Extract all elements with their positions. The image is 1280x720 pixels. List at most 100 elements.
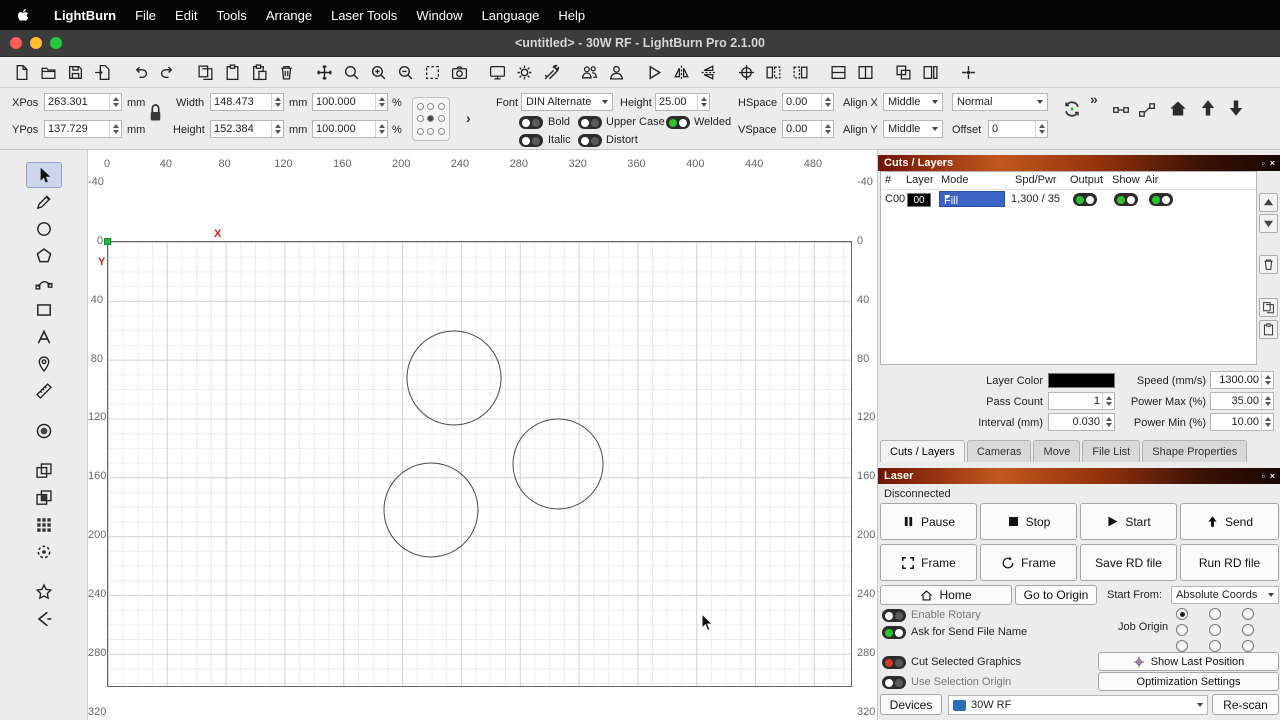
zoom-window-button[interactable] (50, 37, 62, 49)
anchor-dot[interactable] (417, 128, 424, 135)
go-to-origin-button[interactable]: Go to Origin (1015, 585, 1097, 605)
break-nodes-icon[interactable] (1138, 101, 1156, 119)
array-tool[interactable] (26, 512, 62, 538)
polygon-tool[interactable] (26, 243, 62, 269)
xpos-spinner[interactable] (109, 94, 121, 110)
home-button[interactable]: Home (880, 585, 1012, 605)
ellipse-tool[interactable] (26, 216, 62, 242)
font-height-input[interactable]: 25.00 (655, 93, 710, 111)
rectangle-tool[interactable] (26, 297, 62, 323)
menu-arrange[interactable]: Arrange (266, 8, 312, 23)
window-titlebar[interactable]: <untitled> - 30W RF - LightBurn Pro 2.1.… (0, 30, 1280, 57)
ypos-input[interactable]: 137.729 (44, 120, 122, 138)
join-nodes-icon[interactable] (1112, 101, 1130, 119)
anchor-dot[interactable] (427, 128, 434, 135)
zoom-in-icon[interactable] (365, 59, 392, 85)
more-tools-chevron[interactable]: » (1090, 91, 1098, 107)
font-height-spinner[interactable] (697, 94, 709, 110)
frame-rect-button[interactable]: Frame (880, 544, 977, 581)
speed-spinner[interactable] (1261, 372, 1273, 388)
layer-move-up-button[interactable] (1259, 193, 1278, 212)
layer-color-swatch[interactable] (1048, 373, 1115, 388)
close-window-button[interactable] (10, 37, 22, 49)
job-origin-radio-mr[interactable] (1242, 624, 1254, 636)
machine-workspace[interactable] (107, 241, 852, 687)
use-selection-origin-toggle[interactable] (882, 676, 906, 689)
layer-color-badge[interactable]: 00 (907, 193, 931, 207)
focus-laser-icon[interactable] (733, 59, 760, 85)
align-y-dropdown[interactable]: Middle (883, 120, 943, 138)
scale-anchor-selector[interactable] (412, 97, 450, 141)
layer-show-toggle[interactable] (1114, 193, 1138, 206)
undo-icon[interactable] (127, 59, 154, 85)
height-input[interactable]: 152.384 (210, 120, 284, 138)
position-laser-tool[interactable] (26, 351, 62, 377)
anchor-dot[interactable] (438, 103, 445, 110)
close-panel-icon[interactable]: × (1270, 471, 1275, 481)
anchor-dot[interactable] (427, 103, 434, 110)
ypos-spinner[interactable] (109, 121, 121, 137)
anchor-dot-selected[interactable] (427, 115, 434, 122)
camera-capture-icon[interactable] (446, 59, 473, 85)
anchor-dot[interactable] (417, 115, 424, 122)
italic-toggle[interactable] (519, 134, 543, 147)
hspace-spinner[interactable] (821, 94, 833, 110)
tab-file-list[interactable]: File List (1082, 440, 1140, 462)
machine-settings-icon[interactable] (538, 59, 565, 85)
settings-icon[interactable] (511, 59, 538, 85)
sync-fields-icon[interactable] (1062, 99, 1082, 119)
welded-toggle[interactable] (666, 116, 690, 129)
weld-tool[interactable] (26, 458, 62, 484)
tab-move[interactable]: Move (1033, 440, 1080, 462)
job-origin-radio-bl[interactable] (1176, 640, 1188, 652)
job-origin-radio-tc[interactable] (1209, 608, 1221, 620)
dock-right-icon[interactable] (787, 59, 814, 85)
frame-circle-button[interactable]: Frame (980, 544, 1077, 581)
device-select-dropdown[interactable]: 30W RF (948, 695, 1208, 715)
speed-input[interactable]: 1300.00 (1210, 371, 1274, 389)
width-input[interactable]: 148.473 (210, 93, 284, 111)
menu-tools[interactable]: Tools (216, 8, 246, 23)
zoom-icon[interactable] (338, 59, 365, 85)
job-origin-radio-mc[interactable] (1209, 624, 1221, 636)
interval-spinner[interactable] (1102, 414, 1114, 430)
edit-nodes-tool[interactable] (26, 270, 62, 296)
show-last-position-button[interactable]: Show Last Position (1098, 652, 1279, 671)
shape-circle[interactable] (513, 419, 603, 509)
save-rd-file-button[interactable]: Save RD file (1080, 544, 1177, 581)
devices-button[interactable]: Devices (880, 694, 942, 715)
cut-selected-toggle[interactable] (882, 656, 906, 669)
enable-rotary-toggle[interactable] (882, 609, 906, 622)
upper-case-toggle[interactable] (578, 116, 602, 129)
menu-lightburn[interactable]: LightBurn (54, 8, 116, 23)
open-file-icon[interactable] (35, 59, 62, 85)
save-file-icon[interactable] (62, 59, 89, 85)
float-panel-icon[interactable]: ▫ (1262, 471, 1265, 481)
offset-spinner[interactable] (1035, 121, 1047, 137)
layer-air-toggle[interactable] (1149, 193, 1173, 206)
layer-paste-button[interactable] (1259, 320, 1278, 339)
start-preview-icon[interactable] (641, 59, 668, 85)
job-origin-radio-br[interactable] (1242, 640, 1254, 652)
snap-cursor-tool[interactable] (26, 606, 62, 632)
pass-count-input[interactable]: 1 (1048, 392, 1115, 410)
pass-count-spinner[interactable] (1102, 393, 1114, 409)
rescan-button[interactable]: Re-scan (1212, 694, 1279, 715)
anchor-dot[interactable] (438, 115, 445, 122)
star-shape-tool[interactable] (26, 579, 62, 605)
interval-input[interactable]: 0.030 (1048, 413, 1115, 431)
expand-toolbar-chevron[interactable]: › (466, 110, 471, 126)
shape-offset-tool[interactable] (26, 418, 62, 444)
power-max-input[interactable]: 35.00 (1210, 392, 1274, 410)
shape-circle[interactable] (384, 463, 478, 557)
window-arrange-icon[interactable] (890, 59, 917, 85)
apple-menu[interactable] (16, 7, 31, 24)
hspace-input[interactable]: 0.00 (782, 93, 834, 111)
pause-button[interactable]: Pause (880, 503, 977, 540)
copy-icon[interactable] (192, 59, 219, 85)
width-spinner[interactable] (271, 94, 283, 110)
job-origin-radio-tr[interactable] (1242, 608, 1254, 620)
job-origin-radio-tl[interactable] (1176, 608, 1188, 620)
bold-toggle[interactable] (519, 116, 543, 129)
menu-laser-tools[interactable]: Laser Tools (331, 8, 397, 23)
